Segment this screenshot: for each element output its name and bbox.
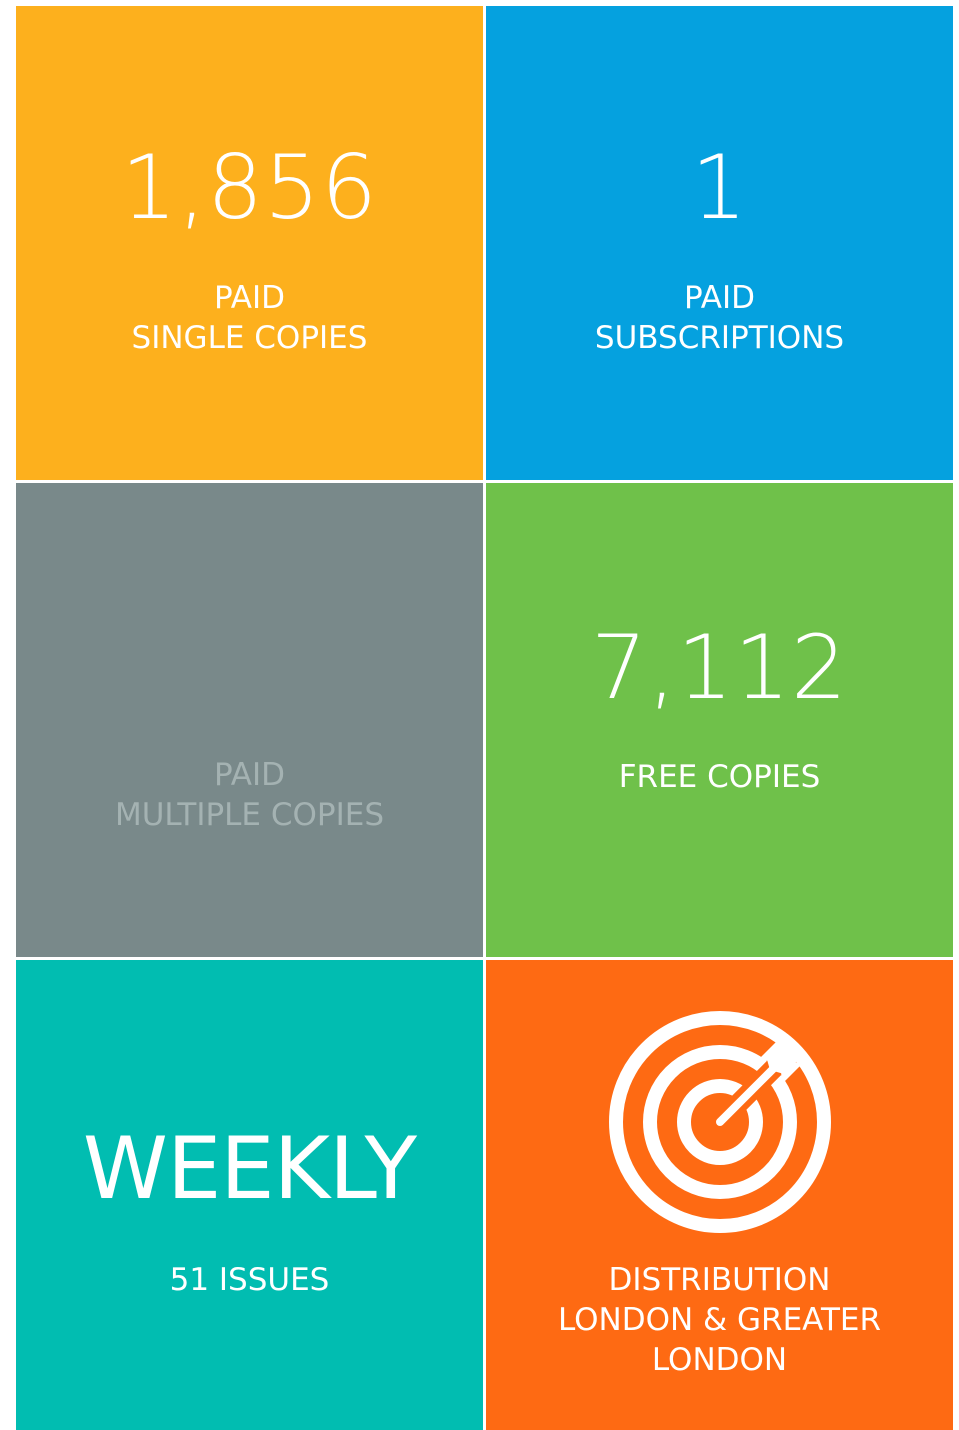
single-copies-label-line2: SINGLE COPIES xyxy=(131,320,368,356)
multiple-copies-label: PAID MULTIPLE COPIES xyxy=(16,755,483,835)
distribution-tile: DISTRIBUTION LONDON & GREATER LONDON xyxy=(486,960,953,1430)
single-copies-tile: 1,856 PAID SINGLE COPIES xyxy=(16,6,483,480)
single-copies-label-line1: PAID xyxy=(214,280,285,316)
target-icon xyxy=(609,1011,831,1233)
multiple-copies-label-line2: MULTIPLE COPIES xyxy=(114,797,385,833)
single-copies-value: 1,856 xyxy=(121,136,378,239)
single-copies-label: PAID SINGLE COPIES xyxy=(16,278,483,358)
subscriptions-label-line2: SUBSCRIPTIONS xyxy=(594,320,845,356)
subscriptions-label-line1: PAID xyxy=(684,280,755,316)
frequency-tile: WEEKLY 51 ISSUES xyxy=(16,960,483,1430)
distribution-label-line2: LONDON & GREATER xyxy=(557,1302,882,1338)
distribution-label: DISTRIBUTION LONDON & GREATER LONDON xyxy=(486,1260,953,1380)
distribution-label-line1: DISTRIBUTION xyxy=(608,1262,831,1298)
multiple-copies-label-line1: PAID xyxy=(214,757,285,793)
issues-count-label: 51 ISSUES xyxy=(169,1262,330,1298)
free-copies-value: 7,112 xyxy=(591,616,848,719)
subscriptions-value: 1 xyxy=(691,136,748,239)
subscriptions-tile: 1 PAID SUBSCRIPTIONS xyxy=(486,6,953,480)
frequency-value: WEEKLY xyxy=(82,1119,417,1219)
stats-grid: 1,856 PAID SINGLE COPIES 1 PAID SUBSCRIP… xyxy=(16,6,954,1430)
distribution-label-line3: LONDON xyxy=(651,1342,788,1378)
free-copies-label: FREE COPIES xyxy=(618,759,821,795)
multiple-copies-tile: PAID MULTIPLE COPIES xyxy=(16,483,483,957)
subscriptions-label: PAID SUBSCRIPTIONS xyxy=(486,278,953,358)
free-copies-tile: 7,112 FREE COPIES xyxy=(486,483,953,957)
